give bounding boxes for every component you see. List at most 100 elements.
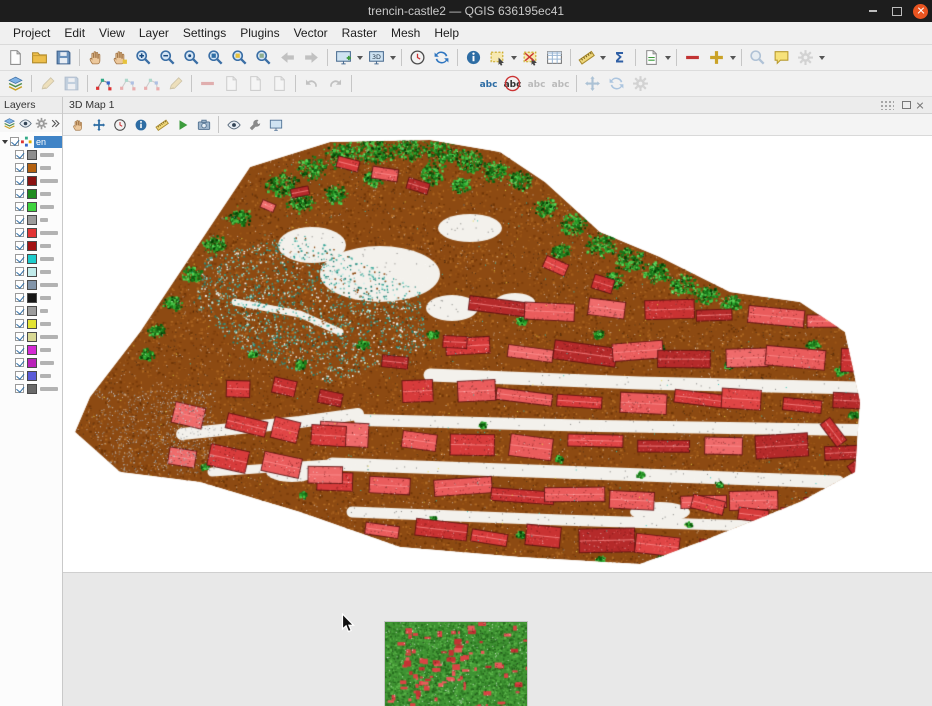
redo-button[interactable]	[324, 73, 347, 95]
refresh-map-button[interactable]	[430, 47, 453, 69]
open-layer-styling-button[interactable]	[4, 73, 27, 95]
panel-drag-handle[interactable]	[880, 100, 894, 110]
menu-mesh[interactable]: Mesh	[384, 23, 427, 44]
delete-selected-button[interactable]	[196, 73, 219, 95]
class-checkbox[interactable]	[15, 241, 24, 250]
menu-raster[interactable]: Raster	[335, 23, 384, 44]
user-help-button[interactable]	[770, 47, 793, 69]
point-cloud-canvas[interactable]	[63, 136, 932, 572]
class-color-swatch[interactable]	[27, 371, 37, 381]
filter-legend-button[interactable]	[35, 116, 48, 131]
layer-class-row[interactable]	[0, 200, 62, 213]
zoom-next-button[interactable]	[300, 47, 323, 69]
class-color-swatch[interactable]	[27, 163, 37, 173]
class-checkbox[interactable]	[15, 163, 24, 172]
layer-root-label[interactable]: en	[34, 136, 62, 148]
class-color-swatch[interactable]	[27, 345, 37, 355]
measure-3d-button[interactable]	[152, 116, 171, 134]
open-project-button[interactable]	[28, 47, 51, 69]
zoom-out-button[interactable]	[156, 47, 179, 69]
cut-features-button[interactable]	[220, 73, 243, 95]
class-color-swatch[interactable]	[27, 189, 37, 199]
class-color-swatch[interactable]	[27, 176, 37, 186]
class-checkbox[interactable]	[15, 176, 24, 185]
expand-caret-icon[interactable]	[2, 140, 8, 144]
close-panel-icon[interactable]	[914, 99, 926, 111]
maximize-button[interactable]	[889, 3, 905, 19]
new-map-view-button[interactable]	[332, 47, 355, 69]
class-checkbox[interactable]	[15, 254, 24, 263]
zoom-last-button[interactable]	[276, 47, 299, 69]
map3d-viewport[interactable]	[63, 136, 932, 572]
animation-timer-button[interactable]	[110, 116, 129, 134]
save-project-button[interactable]	[52, 47, 75, 69]
save-scene-image-button[interactable]	[194, 116, 213, 134]
menu-layer[interactable]: Layer	[132, 23, 176, 44]
class-checkbox[interactable]	[15, 280, 24, 289]
map2d-canvas[interactable]	[385, 622, 527, 706]
layer-class-row[interactable]	[0, 304, 62, 317]
class-checkbox[interactable]	[15, 306, 24, 315]
locator-zoom-button[interactable]	[746, 47, 769, 69]
measure-dropdown[interactable]	[599, 47, 607, 69]
class-checkbox[interactable]	[15, 267, 24, 276]
add-layer-dropdown[interactable]	[729, 47, 737, 69]
highlight-pinned-labels-button[interactable]	[525, 73, 548, 95]
open-attribute-table-button[interactable]	[543, 47, 566, 69]
new-project-button[interactable]	[4, 47, 27, 69]
zoom-to-layer-button[interactable]	[252, 47, 275, 69]
layer-class-row[interactable]	[0, 265, 62, 278]
class-checkbox[interactable]	[15, 319, 24, 328]
save-layer-edits-button[interactable]	[60, 73, 83, 95]
class-checkbox[interactable]	[15, 345, 24, 354]
class-checkbox[interactable]	[15, 293, 24, 302]
layer-class-row[interactable]	[0, 317, 62, 330]
camera-pan-button[interactable]	[68, 116, 87, 134]
digitize-segment-button[interactable]	[164, 73, 187, 95]
copy-features-button[interactable]	[244, 73, 267, 95]
class-checkbox[interactable]	[15, 189, 24, 198]
zoom-full-button[interactable]	[204, 47, 227, 69]
class-checkbox[interactable]	[15, 358, 24, 367]
pan-to-selection-button[interactable]	[108, 47, 131, 69]
class-color-swatch[interactable]	[27, 267, 37, 277]
layer-class-row[interactable]	[0, 252, 62, 265]
show-hidden-labels-button[interactable]	[549, 73, 572, 95]
menu-vector[interactable]: Vector	[287, 23, 335, 44]
class-color-swatch[interactable]	[27, 384, 37, 394]
class-checkbox[interactable]	[15, 228, 24, 237]
class-color-swatch[interactable]	[27, 202, 37, 212]
class-color-swatch[interactable]	[27, 150, 37, 160]
layer-diagram-options-button[interactable]	[501, 73, 524, 95]
layer-class-row[interactable]	[0, 148, 62, 161]
class-color-swatch[interactable]	[27, 358, 37, 368]
class-color-swatch[interactable]	[27, 280, 37, 290]
undo-button[interactable]	[300, 73, 323, 95]
search-options-dropdown[interactable]	[818, 47, 826, 69]
layer-class-row[interactable]	[0, 278, 62, 291]
class-color-swatch[interactable]	[27, 215, 37, 225]
class-color-swatch[interactable]	[27, 306, 37, 316]
layer-class-row[interactable]	[0, 187, 62, 200]
manage-map-themes-button[interactable]	[19, 116, 32, 131]
remove-layer-button[interactable]	[681, 47, 704, 69]
temporal-controller-button[interactable]	[406, 47, 429, 69]
layer-class-row[interactable]	[0, 369, 62, 382]
class-color-swatch[interactable]	[27, 241, 37, 251]
zoom-native-button[interactable]	[180, 47, 203, 69]
play-animation-button[interactable]	[173, 116, 192, 134]
layer-class-row[interactable]	[0, 291, 62, 304]
class-checkbox[interactable]	[15, 150, 24, 159]
new-print-layout-button[interactable]	[640, 47, 663, 69]
layer-class-row[interactable]	[0, 213, 62, 226]
layer-class-row[interactable]	[0, 174, 62, 187]
layer-root-checkbox[interactable]	[10, 137, 19, 146]
show-eye-dome-button[interactable]	[224, 116, 243, 134]
identify-features-button[interactable]	[462, 47, 485, 69]
map3d-panel-header[interactable]: 3D Map 1	[63, 97, 932, 114]
layer-class-row[interactable]	[0, 343, 62, 356]
camera-move-button[interactable]	[89, 116, 108, 134]
class-color-swatch[interactable]	[27, 319, 37, 329]
layer-labeling-options-button[interactable]	[477, 73, 500, 95]
class-color-swatch[interactable]	[27, 332, 37, 342]
